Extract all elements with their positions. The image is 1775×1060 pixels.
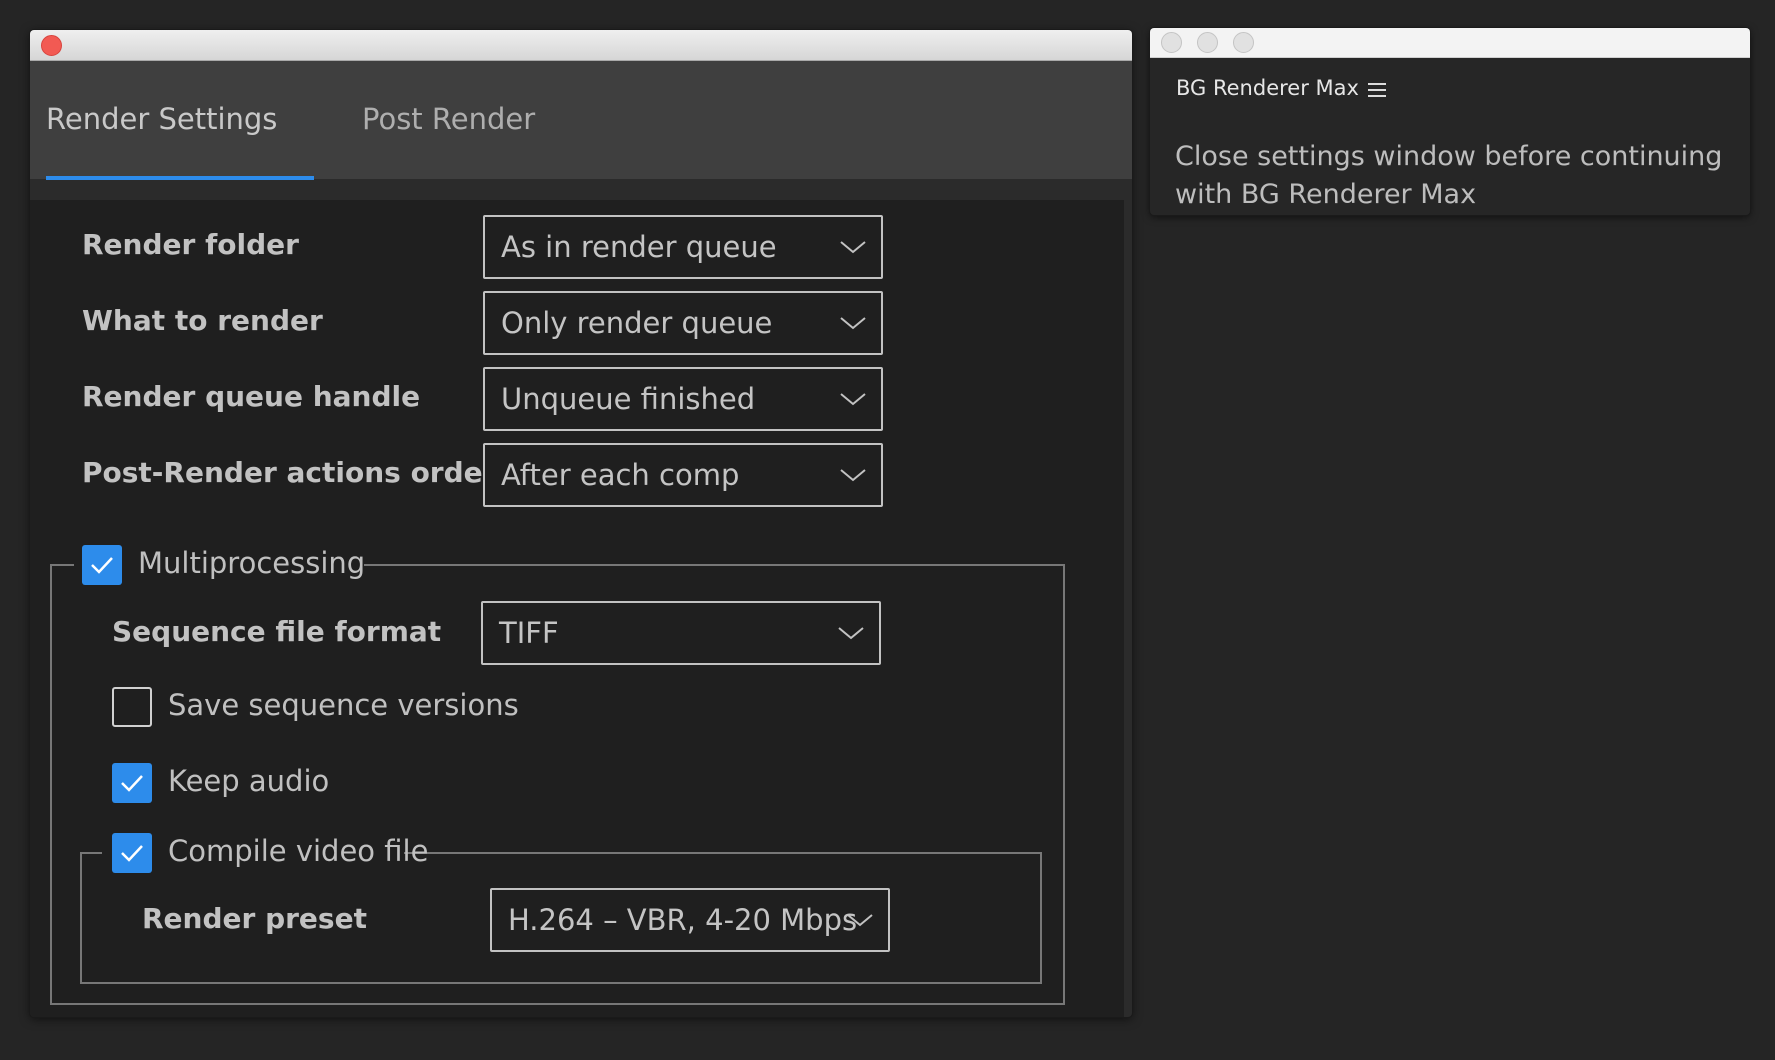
- checkmark-icon: [121, 775, 143, 792]
- render-queue-handle-label: Render queue handle: [82, 380, 421, 413]
- sequence-format-label: Sequence file format: [112, 615, 442, 648]
- post-render-order-label: Post-Render actions order: [82, 456, 497, 489]
- sequence-format-dropdown[interactable]: TIFF: [481, 601, 881, 665]
- tab-render-settings[interactable]: Render Settings: [46, 61, 314, 179]
- chevron-down-icon: [847, 914, 873, 927]
- post-render-order-value: After each comp: [501, 458, 740, 492]
- render-queue-handle-dropdown[interactable]: Unqueue finished: [483, 367, 883, 431]
- bg-renderer-window: BG Renderer Max Close settings window be…: [1150, 28, 1750, 215]
- compile-video-label: Compile video file: [168, 834, 429, 868]
- close-settings-message: Close settings window before continuing …: [1175, 141, 1723, 210]
- tab-post-render[interactable]: Post Render: [362, 61, 535, 179]
- panel-title: BG Renderer Max: [1176, 76, 1359, 100]
- chevron-down-icon: [840, 393, 866, 406]
- render-preset-label: Render preset: [142, 902, 367, 935]
- render-preset-value: H.264 – VBR, 4-20 Mbps: [508, 903, 858, 937]
- what-to-render-label: What to render: [82, 304, 323, 337]
- active-tab-indicator: [46, 176, 314, 180]
- render-folder-dropdown[interactable]: As in render queue: [483, 215, 883, 279]
- window-minimize-button[interactable]: [1197, 32, 1218, 53]
- keep-audio-label: Keep audio: [168, 764, 330, 798]
- settings-tabbar: Render Settings Post Render: [30, 61, 1132, 180]
- render-folder-value: As in render queue: [501, 230, 777, 264]
- multiprocessing-checkbox[interactable]: [82, 545, 122, 585]
- settings-titlebar[interactable]: [30, 30, 1132, 61]
- chevron-down-icon: [840, 469, 866, 482]
- save-sequence-versions-checkbox[interactable]: [112, 687, 152, 727]
- what-to-render-dropdown[interactable]: Only render queue: [483, 291, 883, 355]
- render-settings-panel: Render folder As in render queue What to…: [30, 200, 1124, 1017]
- checkmark-icon: [121, 845, 143, 862]
- what-to-render-value: Only render queue: [501, 306, 773, 340]
- chevron-down-icon: [840, 241, 866, 254]
- render-queue-handle-value: Unqueue finished: [501, 382, 756, 416]
- sequence-format-value: TIFF: [499, 616, 559, 650]
- chevron-down-icon: [840, 317, 866, 330]
- render-folder-label: Render folder: [82, 228, 299, 261]
- multiprocessing-label: Multiprocessing: [138, 546, 366, 580]
- window-zoom-button[interactable]: [1233, 32, 1254, 53]
- chevron-down-icon: [838, 627, 864, 640]
- compile-video-checkbox[interactable]: [112, 833, 152, 873]
- hamburger-icon[interactable]: [1366, 81, 1388, 99]
- window-close-button[interactable]: [1161, 32, 1182, 53]
- bg-renderer-titlebar[interactable]: [1150, 28, 1750, 58]
- post-render-order-dropdown[interactable]: After each comp: [483, 443, 883, 507]
- render-preset-dropdown[interactable]: H.264 – VBR, 4-20 Mbps: [490, 888, 890, 952]
- checkmark-icon: [91, 557, 113, 574]
- save-sequence-versions-label: Save sequence versions: [168, 688, 519, 722]
- window-close-button[interactable]: [41, 35, 62, 56]
- keep-audio-checkbox[interactable]: [112, 763, 152, 803]
- settings-window: Render Settings Post Render Render folde…: [30, 30, 1132, 1017]
